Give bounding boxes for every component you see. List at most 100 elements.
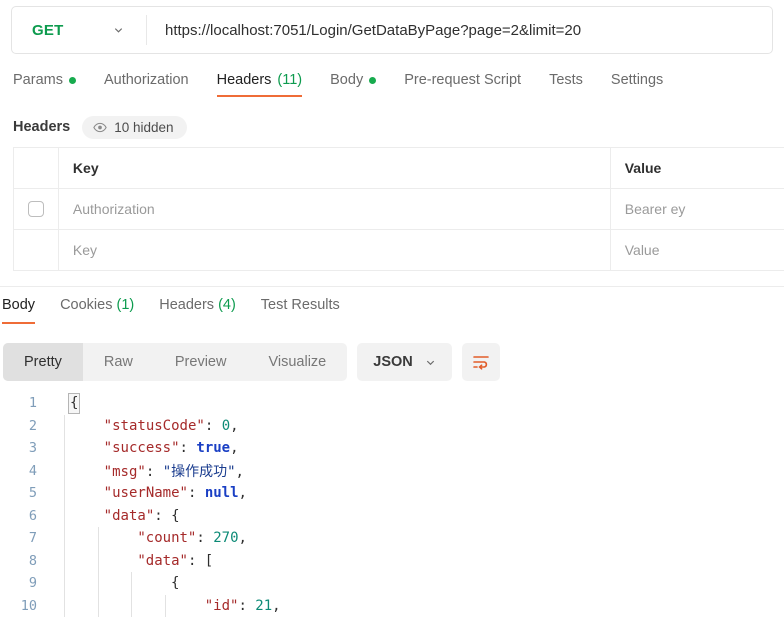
code-token-pun: ,: [272, 597, 281, 614]
code-token-pun: ,: [238, 530, 247, 547]
code-line: 4 "msg": "操作成功",: [0, 459, 784, 482]
table-row[interactable]: Authorization Bearer ey: [14, 189, 784, 230]
tab-pre-request-script[interactable]: Pre-request Script: [404, 72, 521, 97]
response-tab-cookies[interactable]: Cookies (1): [60, 297, 134, 324]
line-number: 6: [28, 507, 37, 524]
line-number: 10: [20, 597, 37, 614]
tab-headers-label: Headers: [216, 72, 272, 88]
code-text: "count": 270,: [48, 530, 247, 546]
code-token-pun: ,: [230, 417, 239, 434]
tab-settings[interactable]: Settings: [611, 72, 663, 97]
tab-pre-request-script-label: Pre-request Script: [404, 72, 522, 88]
code-line-content: "count": 270,: [48, 527, 784, 550]
code-line-content: {: [48, 572, 784, 595]
header-col-value: Value: [624, 160, 662, 176]
eye-icon: [93, 122, 107, 132]
code-token-pun: :: [145, 463, 163, 480]
response-tab-test-results[interactable]: Test Results: [261, 297, 340, 324]
code-token-num: 0: [221, 417, 231, 434]
hidden-headers-label: 10 hidden: [114, 119, 174, 135]
code-line: 8 "data": [: [0, 549, 784, 572]
body-dot-icon: [369, 76, 377, 84]
http-method-selector[interactable]: GET: [12, 7, 146, 53]
code-line: 1{: [0, 392, 784, 415]
line-number: 7: [28, 530, 37, 547]
word-wrap-button[interactable]: [461, 343, 500, 381]
code-token-pun: ,: [235, 463, 244, 480]
code-line: 9{: [0, 572, 784, 595]
code-token-num: 270: [213, 530, 239, 547]
line-number: 9: [28, 575, 37, 592]
tab-authorization[interactable]: Authorization: [104, 72, 189, 97]
response-tab-cookies-count: (1): [116, 297, 135, 313]
response-language-label: JSON: [373, 354, 413, 370]
code-token-pun: [: [204, 552, 214, 569]
code-token-pun: :: [179, 440, 197, 457]
response-tabs: Body Cookies (1) Headers (4) Test Result…: [0, 297, 784, 331]
code-token-key: "statusCode": [103, 417, 205, 434]
response-language-select[interactable]: JSON: [357, 343, 452, 381]
header-col-key: Key: [59, 148, 611, 188]
code-token-pun: :: [154, 507, 172, 524]
row-value-authorization[interactable]: Bearer ey: [611, 189, 784, 229]
response-body-code-viewer[interactable]: 1{2 "statusCode": 0, 3 "success": true, 4 "ms…: [0, 392, 784, 619]
code-token-key: "userName": [103, 485, 188, 502]
response-tab-body-label: Body: [2, 297, 36, 313]
line-number: 8: [28, 552, 37, 569]
format-pretty-button[interactable]: Pretty: [3, 343, 83, 381]
tab-settings-label: Settings: [610, 72, 664, 88]
code-line: 5 "userName": null,: [0, 482, 784, 505]
code-token-key: "id": [204, 597, 239, 614]
hidden-headers-toggle[interactable]: 10 hidden: [82, 115, 187, 139]
format-raw-button[interactable]: Raw: [83, 343, 154, 381]
row-key-placeholder[interactable]: Key: [59, 230, 611, 270]
code-token-pun: :: [187, 485, 205, 502]
code-line-content: "data": {: [48, 504, 784, 527]
request-url-bar: GET: [11, 6, 773, 54]
response-tab-headers-label: Headers: [159, 297, 215, 313]
code-token-lit: null: [204, 485, 239, 502]
code-token-pun: :: [238, 597, 256, 614]
code-line: 2 "statusCode": 0,: [0, 414, 784, 437]
row-checkbox-cell-empty: [14, 230, 59, 270]
table-row[interactable]: Key Value: [14, 230, 784, 271]
code-line: 10 "id": 21,: [0, 594, 784, 617]
response-tab-body[interactable]: Body: [2, 297, 36, 324]
code-token-key: "success": [103, 440, 180, 457]
tab-tests[interactable]: Tests: [549, 72, 583, 97]
line-number: 1: [28, 395, 37, 412]
code-token-pun: :: [187, 552, 205, 569]
code-token-key: "data": [137, 552, 188, 569]
code-token-pun: {: [67, 393, 81, 415]
tab-headers[interactable]: Headers (11): [216, 72, 302, 97]
row-key-authorization[interactable]: Authorization: [59, 189, 611, 229]
tab-authorization-label: Authorization: [103, 72, 189, 88]
tab-body[interactable]: Body: [330, 72, 377, 97]
code-token-key: "data": [103, 507, 155, 524]
request-tabs: Params Authorization Headers (11) Body P…: [0, 72, 784, 105]
code-text: "data": [: [48, 553, 213, 569]
tab-tests-label: Tests: [549, 72, 583, 88]
tab-params[interactable]: Params: [13, 72, 76, 97]
row-checkbox[interactable]: [27, 201, 44, 217]
url-input[interactable]: [147, 7, 772, 53]
response-view-toolbar: Pretty Raw Preview Visualize JSON: [3, 343, 500, 381]
code-line: 6 "data": {: [0, 504, 784, 527]
format-visualize-button[interactable]: Visualize: [247, 343, 347, 381]
line-number: 5: [28, 485, 37, 502]
code-line-content: "data": [: [48, 549, 784, 572]
chevron-down-icon: [114, 28, 123, 33]
code-text: "data": {: [48, 508, 180, 524]
response-tab-cookies-label: Cookies: [60, 297, 113, 313]
code-text: {: [48, 393, 81, 415]
response-tab-headers[interactable]: Headers (4): [159, 297, 236, 324]
code-token-pun: ,: [238, 485, 247, 502]
code-line-content: "statusCode": 0,: [48, 414, 784, 437]
headers-table: Key Value Authorization Bearer ey Key Va…: [13, 147, 784, 271]
code-token-key: "count": [137, 530, 197, 547]
row-value-placeholder[interactable]: Value: [611, 230, 784, 270]
code-line-content: "success": true,: [48, 437, 784, 460]
response-divider: [0, 286, 784, 287]
format-preview-button[interactable]: Preview: [154, 343, 248, 381]
tab-body-label: Body: [330, 72, 364, 88]
